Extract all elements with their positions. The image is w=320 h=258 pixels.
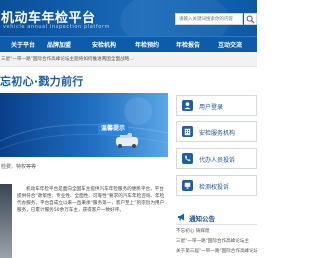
site-subtitle: vehicle annual inspection platform <box>3 24 110 30</box>
search-input[interactable] <box>175 13 243 25</box>
search-icon <box>246 15 255 24</box>
building-icon <box>182 126 193 137</box>
nav-item-about[interactable]: 关于平台 <box>11 40 35 49</box>
banner-caption: 检费、特权等等 <box>1 164 37 170</box>
search-button[interactable] <box>244 13 257 25</box>
news-item[interactable]: 三星"一带一路"国际合作高峰论坛主 <box>176 238 257 244</box>
nav-item-report[interactable]: 年检报告 <box>176 40 200 49</box>
user-icon <box>182 100 193 111</box>
megaphone-icon <box>178 213 184 221</box>
banner-caption-bar: 检费、特权等等 <box>0 157 168 177</box>
banner-badge: 温馨提示 <box>98 123 128 135</box>
quick-link-inspection-complaint[interactable]: 检测权投诉 <box>176 175 257 196</box>
quick-link-label: 检测权投诉 <box>199 184 230 191</box>
news-divider <box>176 224 257 225</box>
slogan-heading: 忘初心·戮力前行 <box>0 75 84 88</box>
notice-bar: 三星"一带一路"国际合作高峰论坛主题将如何推进两国全面战略... <box>0 52 257 67</box>
news-header: 通知公告 <box>176 210 257 224</box>
news-item[interactable]: 关于第三届"一带一路"国际合作高峰论坛 <box>176 248 257 254</box>
intro-image <box>0 184 12 258</box>
nav-item-agencies[interactable]: 安检机构 <box>92 40 116 49</box>
nav-item-interaction[interactable]: 互动交流 <box>218 40 242 49</box>
notice-text[interactable]: 三星"一带一路"国际合作高峰论坛主题将如何推进两国全面战略... <box>1 56 134 62</box>
quick-link-label: 代办人员投诉 <box>199 157 236 164</box>
nav-item-booking[interactable]: 年检预约 <box>135 40 159 49</box>
hero-banner[interactable]: 温馨提示 检费、特权等等 <box>0 93 168 177</box>
banner-graphic <box>0 97 168 150</box>
intro-paragraph: 机动车年检平台是面向全国车主提供汽车年检服务的便民平台，平台提供符合“政策性、专… <box>17 187 165 213</box>
quick-link-label: 安检服务机构 <box>199 130 236 137</box>
quick-link-agent-complaint[interactable]: 代办人员投诉 <box>176 148 257 169</box>
quick-link-label: 用户登录 <box>199 104 224 111</box>
device-icon <box>182 180 193 191</box>
quick-link-user-login[interactable]: 用户登录 <box>176 95 257 116</box>
main-nav: 关于平台 品牌加盟 安检机构 年检预约 年检报告 互动交流 <box>0 36 257 52</box>
quick-link-inspection-agency[interactable]: 安检服务机构 <box>176 121 257 142</box>
phone-icon <box>182 153 193 164</box>
news-title: 通知公告 <box>189 215 215 223</box>
site-header: 机动车年检平台 vehicle annual inspection platfo… <box>0 0 257 36</box>
news-item[interactable]: 不忘初心 铸辉煌 <box>176 228 257 234</box>
nav-item-franchise[interactable]: 品牌加盟 <box>47 40 71 49</box>
